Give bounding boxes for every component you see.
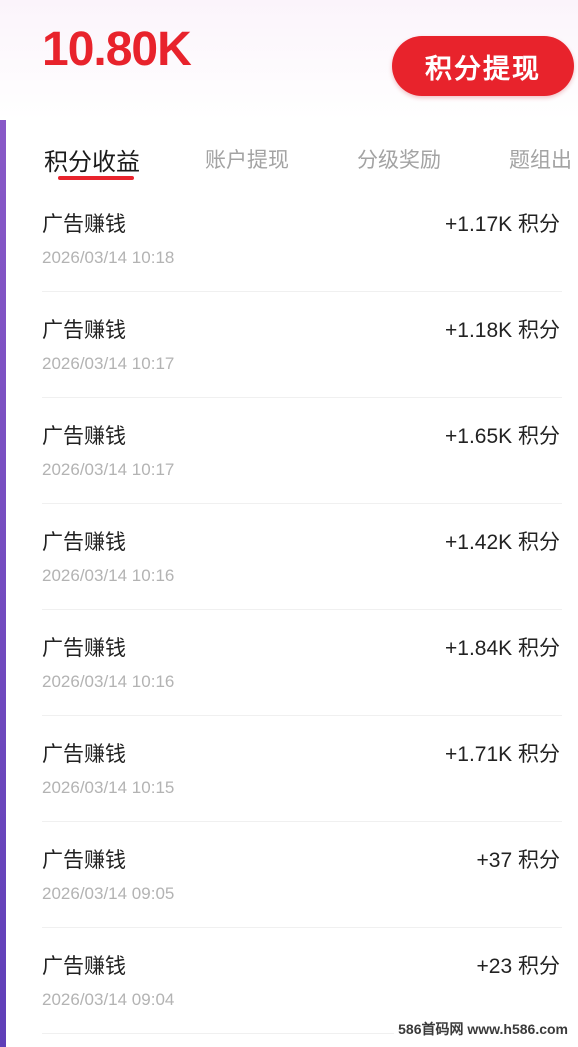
list-item[interactable]: 广告赚钱 2026/03/14 10:16 +1.84K 积分: [0, 610, 578, 716]
record-amount: +1.65K 积分: [445, 425, 560, 448]
site-watermark: 586首码网 www.h586.com: [394, 1017, 572, 1041]
record-title: 广告赚钱: [42, 848, 126, 872]
tab-points-earnings[interactable]: 积分收益: [44, 142, 140, 177]
record-amount: +1.18K 积分: [445, 319, 560, 342]
record-time: 2026/03/14 09:05: [42, 884, 175, 903]
tab-question-group[interactable]: 题组出: [509, 144, 572, 174]
tab-tier-rewards[interactable]: 分级奖励: [357, 144, 441, 174]
record-title: 广告赚钱: [42, 636, 126, 660]
record-time: 2026/03/14 10:16: [42, 566, 175, 585]
points-balance: 10.80K: [42, 23, 192, 76]
record-time: 2026/03/14 10:16: [42, 672, 175, 691]
record-time: 2026/03/14 10:15: [42, 778, 175, 797]
balance-header: 10.80K 积分提现: [0, 0, 578, 120]
record-amount: +1.17K 积分: [445, 213, 560, 236]
tab-account-withdraw[interactable]: 账户提现: [205, 144, 289, 174]
record-time: 2026/03/14 10:17: [42, 460, 175, 479]
earnings-page: 10.80K 积分提现 积分收益 账户提现 分级奖励 题组出 广告赚钱 2026…: [0, 0, 578, 1047]
record-title: 广告赚钱: [42, 530, 126, 554]
list-item[interactable]: 广告赚钱 2026/03/14 10:17 +1.18K 积分: [0, 292, 578, 398]
active-tab-indicator: [58, 176, 134, 180]
record-amount: +1.84K 积分: [445, 637, 560, 660]
record-amount: +23 积分: [476, 955, 560, 978]
record-time: 2026/03/14 10:18: [42, 248, 175, 267]
record-title: 广告赚钱: [42, 954, 126, 978]
tab-bar: 积分收益 账户提现 分级奖励 题组出: [0, 138, 578, 184]
record-time: 2026/03/14 09:04: [42, 990, 175, 1009]
record-time: 2026/03/14 10:17: [42, 354, 175, 373]
record-amount: +1.42K 积分: [445, 531, 560, 554]
list-item[interactable]: 广告赚钱 2026/03/14 10:15 +1.71K 积分: [0, 716, 578, 822]
record-amount: +1.71K 积分: [445, 743, 560, 766]
list-item[interactable]: 广告赚钱 2026/03/14 10:18 +1.17K 积分: [0, 186, 578, 292]
record-title: 广告赚钱: [42, 424, 126, 448]
record-title: 广告赚钱: [42, 742, 126, 766]
record-title: 广告赚钱: [42, 318, 126, 342]
withdraw-points-button[interactable]: 积分提现: [392, 36, 574, 96]
list-item[interactable]: 广告赚钱 2026/03/14 09:05 +37 积分: [0, 822, 578, 928]
list-item[interactable]: 广告赚钱 2026/03/14 10:16 +1.42K 积分: [0, 504, 578, 610]
record-title: 广告赚钱: [42, 212, 126, 236]
list-item[interactable]: 广告赚钱 2026/03/14 10:17 +1.65K 积分: [0, 398, 578, 504]
record-amount: +37 积分: [476, 849, 560, 872]
